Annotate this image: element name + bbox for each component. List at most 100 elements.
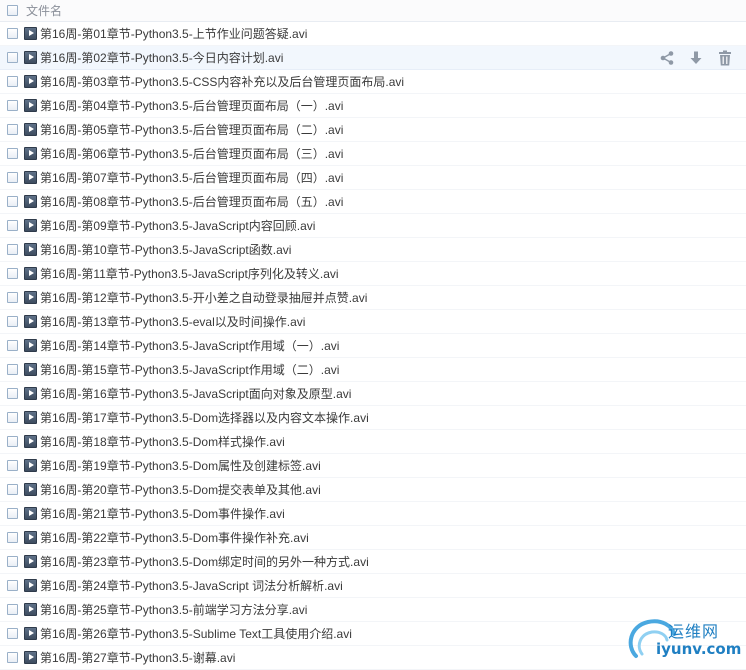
- file-name[interactable]: 第16周-第13章节-Python3.5-eval以及时间操作.avi: [40, 313, 305, 330]
- file-row[interactable]: 第16周-第06章节-Python3.5-后台管理页面布局（三）.avi: [0, 142, 746, 166]
- file-name[interactable]: 第16周-第07章节-Python3.5-后台管理页面布局（四）.avi: [40, 169, 343, 186]
- file-row-checkbox[interactable]: [7, 364, 18, 375]
- file-row-checkbox[interactable]: [7, 556, 18, 567]
- file-row-checkbox[interactable]: [7, 484, 18, 495]
- file-row[interactable]: 第16周-第23章节-Python3.5-Dom绑定时间的另外一种方式.avi: [0, 550, 746, 574]
- file-name[interactable]: 第16周-第20章节-Python3.5-Dom提交表单及其他.avi: [40, 481, 321, 498]
- video-file-icon: [24, 219, 37, 232]
- watermark-logo: 运维网 iyunv.com: [622, 612, 742, 664]
- file-row-checkbox[interactable]: [7, 436, 18, 447]
- file-row-checkbox[interactable]: [7, 28, 18, 39]
- watermark-title: 运维网: [668, 622, 720, 641]
- file-name[interactable]: 第16周-第03章节-Python3.5-CSS内容补充以及后台管理页面布局.a…: [40, 73, 404, 90]
- file-name[interactable]: 第16周-第16章节-Python3.5-JavaScript面向对象及原型.a…: [40, 385, 351, 402]
- file-row-checkbox[interactable]: [7, 76, 18, 87]
- trash-icon[interactable]: [716, 49, 734, 67]
- file-name[interactable]: 第16周-第27章节-Python3.5-谢幕.avi: [40, 649, 235, 666]
- file-name[interactable]: 第16周-第02章节-Python3.5-今日内容计划.avi: [40, 49, 283, 66]
- file-row[interactable]: 第16周-第04章节-Python3.5-后台管理页面布局（一）.avi: [0, 94, 746, 118]
- file-row-checkbox[interactable]: [7, 580, 18, 591]
- file-row-checkbox[interactable]: [7, 316, 18, 327]
- file-row-checkbox[interactable]: [7, 652, 18, 663]
- file-name[interactable]: 第16周-第01章节-Python3.5-上节作业问题答疑.avi: [40, 25, 307, 42]
- file-row[interactable]: 第16周-第20章节-Python3.5-Dom提交表单及其他.avi: [0, 478, 746, 502]
- file-row-checkbox[interactable]: [7, 532, 18, 543]
- file-row-checkbox[interactable]: [7, 52, 18, 63]
- file-row-checkbox[interactable]: [7, 124, 18, 135]
- file-name[interactable]: 第16周-第06章节-Python3.5-后台管理页面布局（三）.avi: [40, 145, 343, 162]
- video-file-icon: [24, 555, 37, 568]
- file-row[interactable]: 第16周-第02章节-Python3.5-今日内容计划.avi: [0, 46, 746, 70]
- file-name[interactable]: 第16周-第15章节-Python3.5-JavaScript作用域（二）.av…: [40, 361, 339, 378]
- file-name[interactable]: 第16周-第24章节-Python3.5-JavaScript 词法分析解析.a…: [40, 577, 343, 594]
- file-name[interactable]: 第16周-第05章节-Python3.5-后台管理页面布局（二）.avi: [40, 121, 343, 138]
- video-file-icon: [24, 75, 37, 88]
- video-file-icon: [24, 483, 37, 496]
- column-header-filename[interactable]: 文件名: [26, 2, 62, 19]
- file-name[interactable]: 第16周-第04章节-Python3.5-后台管理页面布局（一）.avi: [40, 97, 343, 114]
- file-row[interactable]: 第16周-第09章节-Python3.5-JavaScript内容回顾.avi: [0, 214, 746, 238]
- file-row-checkbox[interactable]: [7, 628, 18, 639]
- file-row[interactable]: 第16周-第12章节-Python3.5-开小差之自动登录抽屉并点赞.avi: [0, 286, 746, 310]
- file-name[interactable]: 第16周-第12章节-Python3.5-开小差之自动登录抽屉并点赞.avi: [40, 289, 367, 306]
- file-name[interactable]: 第16周-第11章节-Python3.5-JavaScript序列化及转义.av…: [40, 265, 339, 282]
- file-row[interactable]: 第16周-第13章节-Python3.5-eval以及时间操作.avi: [0, 310, 746, 334]
- file-row[interactable]: 第16周-第18章节-Python3.5-Dom样式操作.avi: [0, 430, 746, 454]
- file-name[interactable]: 第16周-第21章节-Python3.5-Dom事件操作.avi: [40, 505, 285, 522]
- file-row-checkbox[interactable]: [7, 172, 18, 183]
- file-row[interactable]: 第16周-第17章节-Python3.5-Dom选择器以及内容文本操作.avi: [0, 406, 746, 430]
- file-row-checkbox[interactable]: [7, 604, 18, 615]
- download-icon[interactable]: [687, 49, 705, 67]
- video-file-icon: [24, 531, 37, 544]
- file-row[interactable]: 第16周-第15章节-Python3.5-JavaScript作用域（二）.av…: [0, 358, 746, 382]
- file-name[interactable]: 第16周-第23章节-Python3.5-Dom绑定时间的另外一种方式.avi: [40, 553, 369, 570]
- file-row-checkbox[interactable]: [7, 100, 18, 111]
- video-file-icon: [24, 195, 37, 208]
- file-name[interactable]: 第16周-第18章节-Python3.5-Dom样式操作.avi: [40, 433, 285, 450]
- file-row[interactable]: 第16周-第24章节-Python3.5-JavaScript 词法分析解析.a…: [0, 574, 746, 598]
- file-row-checkbox[interactable]: [7, 412, 18, 423]
- watermark-url: iyunv.com: [656, 640, 742, 658]
- file-row[interactable]: 第16周-第05章节-Python3.5-后台管理页面布局（二）.avi: [0, 118, 746, 142]
- share-icon[interactable]: [658, 49, 676, 67]
- file-row-checkbox[interactable]: [7, 388, 18, 399]
- file-row-checkbox[interactable]: [7, 292, 18, 303]
- video-file-icon: [24, 267, 37, 280]
- file-row-checkbox[interactable]: [7, 148, 18, 159]
- file-name[interactable]: 第16周-第26章节-Python3.5-Sublime Text工具使用介绍.…: [40, 625, 352, 642]
- file-row-checkbox[interactable]: [7, 460, 18, 471]
- file-name[interactable]: 第16周-第10章节-Python3.5-JavaScript函数.avi: [40, 241, 291, 258]
- file-list: 第16周-第01章节-Python3.5-上节作业问题答疑.avi 第16周-第0…: [0, 22, 746, 670]
- select-all-checkbox[interactable]: [7, 5, 18, 16]
- file-row[interactable]: 第16周-第03章节-Python3.5-CSS内容补充以及后台管理页面布局.a…: [0, 70, 746, 94]
- file-row[interactable]: 第16周-第01章节-Python3.5-上节作业问题答疑.avi: [0, 22, 746, 46]
- file-name[interactable]: 第16周-第22章节-Python3.5-Dom事件操作补充.avi: [40, 529, 309, 546]
- video-file-icon: [24, 123, 37, 136]
- file-row[interactable]: 第16周-第14章节-Python3.5-JavaScript作用域（一）.av…: [0, 334, 746, 358]
- file-name[interactable]: 第16周-第08章节-Python3.5-后台管理页面布局（五）.avi: [40, 193, 343, 210]
- file-name[interactable]: 第16周-第14章节-Python3.5-JavaScript作用域（一）.av…: [40, 337, 339, 354]
- video-file-icon: [24, 411, 37, 424]
- file-row[interactable]: 第16周-第21章节-Python3.5-Dom事件操作.avi: [0, 502, 746, 526]
- file-row[interactable]: 第16周-第11章节-Python3.5-JavaScript序列化及转义.av…: [0, 262, 746, 286]
- file-row-checkbox[interactable]: [7, 244, 18, 255]
- file-name[interactable]: 第16周-第09章节-Python3.5-JavaScript内容回顾.avi: [40, 217, 315, 234]
- file-row-checkbox[interactable]: [7, 508, 18, 519]
- file-name[interactable]: 第16周-第25章节-Python3.5-前端学习方法分享.avi: [40, 601, 307, 618]
- video-file-icon: [24, 51, 37, 64]
- file-row[interactable]: 第16周-第07章节-Python3.5-后台管理页面布局（四）.avi: [0, 166, 746, 190]
- file-row-checkbox[interactable]: [7, 268, 18, 279]
- file-name[interactable]: 第16周-第19章节-Python3.5-Dom属性及创建标签.avi: [40, 457, 321, 474]
- file-name[interactable]: 第16周-第17章节-Python3.5-Dom选择器以及内容文本操作.avi: [40, 409, 369, 426]
- file-row[interactable]: 第16周-第16章节-Python3.5-JavaScript面向对象及原型.a…: [0, 382, 746, 406]
- file-row[interactable]: 第16周-第10章节-Python3.5-JavaScript函数.avi: [0, 238, 746, 262]
- file-row-checkbox[interactable]: [7, 196, 18, 207]
- file-row-checkbox[interactable]: [7, 340, 18, 351]
- row-actions: [658, 46, 734, 70]
- video-file-icon: [24, 291, 37, 304]
- file-row[interactable]: 第16周-第08章节-Python3.5-后台管理页面布局（五）.avi: [0, 190, 746, 214]
- file-row[interactable]: 第16周-第19章节-Python3.5-Dom属性及创建标签.avi: [0, 454, 746, 478]
- file-row[interactable]: 第16周-第22章节-Python3.5-Dom事件操作补充.avi: [0, 526, 746, 550]
- file-row-checkbox[interactable]: [7, 220, 18, 231]
- video-file-icon: [24, 579, 37, 592]
